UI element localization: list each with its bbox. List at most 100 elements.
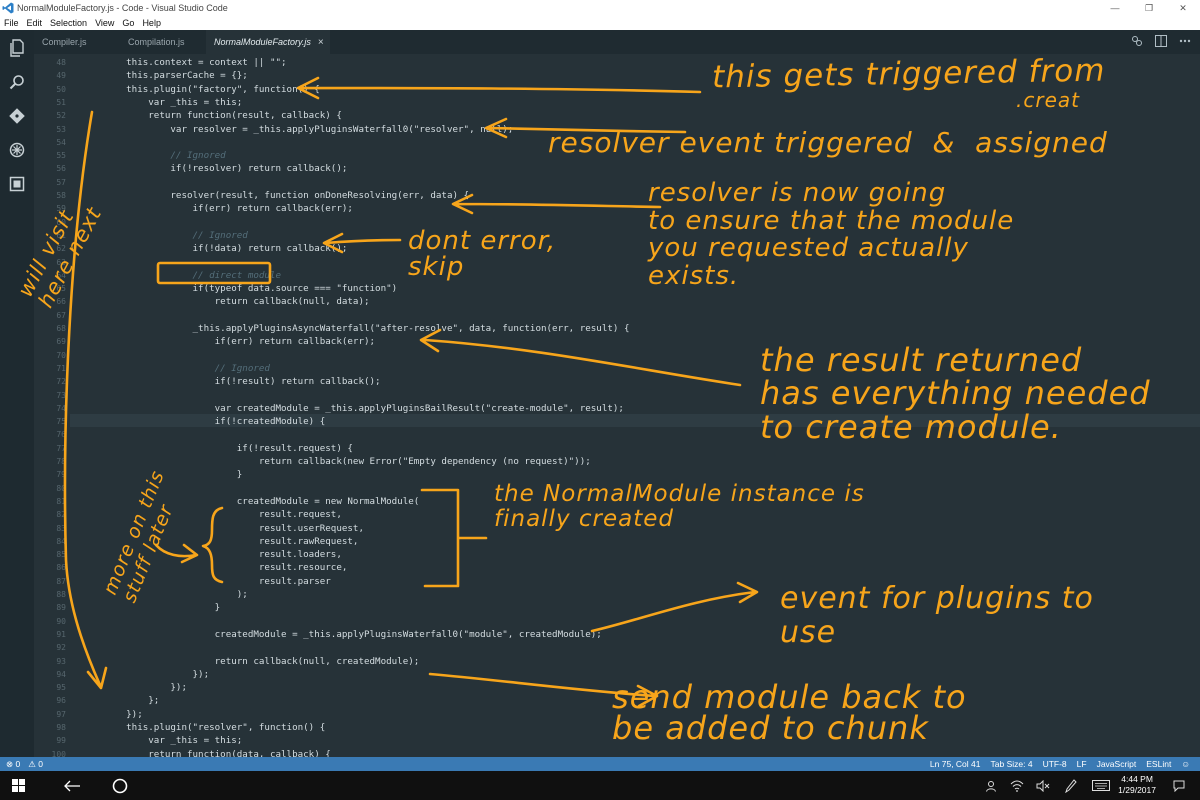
code-line[interactable]: return callback(new Error("Empty depende… <box>104 455 591 468</box>
errors-count[interactable]: ⊗ 0 <box>6 759 20 770</box>
code-line[interactable]: return function(result, callback) { <box>104 109 342 122</box>
window-title: NormalModuleFactory.js - Code - Visual S… <box>17 3 228 13</box>
code-line[interactable]: this.plugin("factory", function() { <box>104 83 320 96</box>
split-editor-icon[interactable] <box>1154 34 1168 48</box>
line-number: 77 <box>56 443 66 453</box>
line-number: 73 <box>56 390 66 400</box>
people-icon[interactable] <box>982 775 1000 796</box>
code-line[interactable]: createdModule = _this.applyPluginsWaterf… <box>104 628 602 641</box>
close-window-button[interactable]: ✕ <box>1166 0 1200 16</box>
tab-label: NormalModuleFactory.js <box>214 37 311 47</box>
title-bar: NormalModuleFactory.js - Code - Visual S… <box>0 0 1200 16</box>
code-line[interactable]: return callback(null, createdModule); <box>104 655 420 668</box>
menu-help[interactable]: Help <box>138 18 165 28</box>
code-line[interactable]: this.plugin("resolver", function() { <box>104 721 325 734</box>
windows-start-icon[interactable] <box>8 775 28 796</box>
code-line[interactable]: }); <box>104 668 210 681</box>
close-tab-icon[interactable]: × <box>318 37 324 48</box>
code-line[interactable]: var resolver = _this.applyPluginsWaterfa… <box>104 123 513 136</box>
tab-compiler[interactable]: Compiler.js <box>34 30 120 54</box>
code-line[interactable]: if(!result.request) { <box>104 442 353 455</box>
cursor-position[interactable]: Ln 75, Col 41 <box>930 759 981 769</box>
menu-file[interactable]: File <box>0 18 23 28</box>
taskbar-clock[interactable]: 4:44 PM 1/29/2017 <box>1118 774 1156 796</box>
note-resolver-event: resolver event triggered & assigned <box>548 126 1108 159</box>
line-number: 80 <box>56 483 66 493</box>
menu-selection[interactable]: Selection <box>46 18 91 28</box>
keyboard-icon[interactable] <box>1090 775 1112 796</box>
code-line[interactable]: this.parserCache = {}; <box>104 69 248 82</box>
line-number: 52 <box>56 111 66 121</box>
code-line[interactable]: if(!createdModule) { <box>104 415 326 428</box>
menu-bar: File Edit Selection View Go Help <box>0 16 1200 30</box>
more-actions-icon[interactable] <box>1178 34 1192 48</box>
open-changes-icon[interactable] <box>1130 34 1144 48</box>
line-number: 54 <box>56 137 66 147</box>
code-line[interactable]: // Ignored <box>104 149 225 162</box>
menu-view[interactable]: View <box>91 18 118 28</box>
cortana-circle-icon[interactable] <box>108 775 132 796</box>
tab-size[interactable]: Tab Size: 4 <box>991 759 1033 769</box>
line-number: 69 <box>56 337 66 347</box>
code-line[interactable]: // Ignored <box>104 362 270 375</box>
git-icon[interactable] <box>7 106 27 126</box>
line-ending[interactable]: LF <box>1077 759 1087 769</box>
code-line[interactable]: if(err) return callback(err); <box>104 335 375 348</box>
warnings-count[interactable]: ⚠ 0 <box>28 759 43 770</box>
wifi-icon[interactable] <box>1008 775 1026 796</box>
code-line[interactable]: resolver(result, function onDoneResolvin… <box>104 189 469 202</box>
tab-normalmodulefactory[interactable]: NormalModuleFactory.js × <box>206 30 330 54</box>
code-line[interactable]: if(err) return callback(err); <box>104 202 353 215</box>
line-number: 55 <box>56 151 66 161</box>
clock-date: 1/29/2017 <box>1118 785 1156 795</box>
note-dont-error: dont error, skip <box>408 226 557 282</box>
minimize-button[interactable]: — <box>1098 0 1132 16</box>
line-number: 85 <box>56 550 66 560</box>
linter-status[interactable]: ESLint <box>1146 759 1171 769</box>
line-number: 70 <box>56 350 66 360</box>
code-line[interactable]: }; <box>104 694 159 707</box>
code-line[interactable]: var _this = this; <box>104 734 242 747</box>
menu-edit[interactable]: Edit <box>23 18 47 28</box>
code-line[interactable]: var _this = this; <box>104 96 242 109</box>
line-number: 82 <box>56 510 66 520</box>
code-line[interactable]: var createdModule = _this.applyPluginsBa… <box>104 402 624 415</box>
code-line[interactable]: _this.applyPluginsAsyncWaterfall("after-… <box>104 322 630 335</box>
back-arrow-icon[interactable] <box>60 775 84 796</box>
code-line[interactable]: } <box>104 601 221 614</box>
code-line[interactable]: if(!resolver) return callback(); <box>104 162 347 175</box>
note-normal-module: the NormalModule instance is finally cre… <box>494 481 865 533</box>
tab-compilation[interactable]: Compilation.js <box>120 30 206 54</box>
menu-go[interactable]: Go <box>118 18 138 28</box>
code-line[interactable]: // Ignored <box>104 229 248 242</box>
action-center-icon[interactable] <box>1170 775 1188 796</box>
debug-icon[interactable] <box>7 140 27 160</box>
code-line[interactable]: }); <box>104 681 187 694</box>
tab-label: Compiler.js <box>42 37 87 47</box>
files-icon[interactable] <box>7 38 27 58</box>
tab-bar: Compiler.js Compilation.js NormalModuleF… <box>34 30 1200 54</box>
pen-icon[interactable] <box>1062 775 1080 796</box>
search-icon[interactable] <box>7 72 27 92</box>
volume-muted-icon[interactable] <box>1034 775 1052 796</box>
line-number: 76 <box>56 430 66 440</box>
code-line[interactable]: }); <box>104 708 143 721</box>
note-factory-trigger-2: .creat <box>1016 88 1080 112</box>
line-number: 90 <box>56 616 66 626</box>
code-line[interactable]: if(!data) return callback(); <box>104 242 348 255</box>
extensions-icon[interactable] <box>7 174 27 194</box>
line-number: 72 <box>56 377 66 387</box>
vscode-logo-icon <box>2 2 14 14</box>
code-line[interactable]: if(typeof data.source === "function") <box>104 282 398 295</box>
file-encoding[interactable]: UTF-8 <box>1043 759 1067 769</box>
code-line[interactable]: return callback(null, data); <box>104 295 370 308</box>
language-mode[interactable]: JavaScript <box>1097 759 1137 769</box>
code-line[interactable]: if(!result) return callback(); <box>104 375 381 388</box>
code-line[interactable]: this.context = context || ""; <box>104 56 286 69</box>
tab-label: Compilation.js <box>128 37 185 47</box>
smiley-icon[interactable]: ☺ <box>1181 759 1190 769</box>
note-resolver-check: resolver is now going to ensure that the… <box>648 178 1015 291</box>
code-line[interactable]: // direct module <box>104 269 282 282</box>
restore-button[interactable]: ❐ <box>1132 0 1166 16</box>
line-number: 56 <box>56 164 66 174</box>
